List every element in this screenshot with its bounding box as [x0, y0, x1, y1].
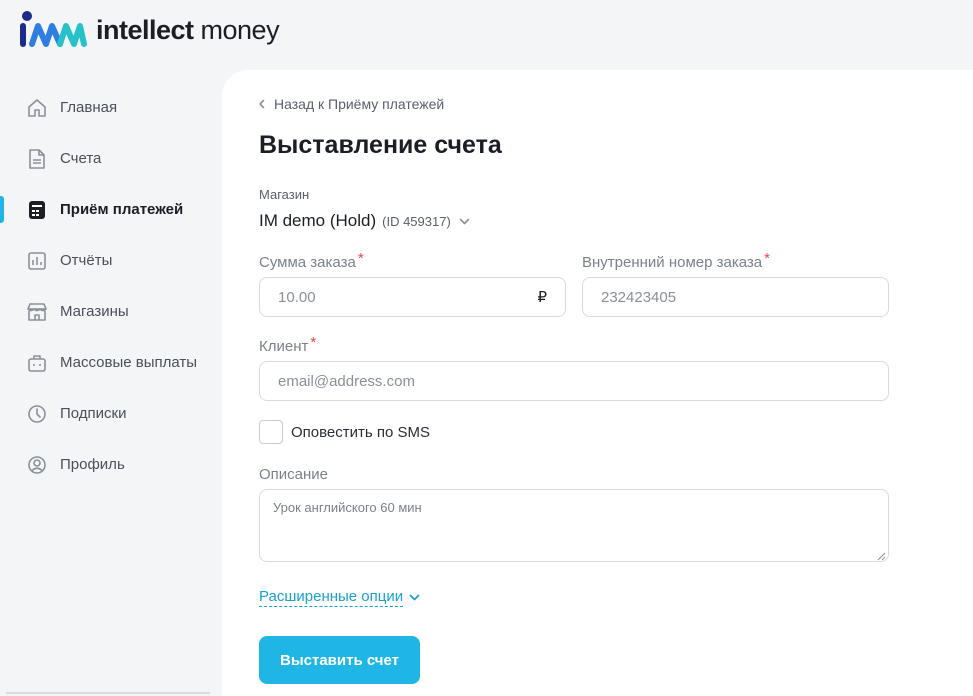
shop-id: (ID 459317) [382, 213, 451, 229]
submit-invoice-button[interactable]: Выставить счет [259, 636, 420, 684]
shop-name: IM demo (Hold) [259, 211, 377, 230]
amount-input[interactable]: 10.00 ₽ [259, 277, 566, 317]
clock-icon [26, 403, 48, 425]
back-link-label: Назад к Приёму платежей [274, 96, 445, 112]
client-email-placeholder: email@address.com [278, 372, 415, 390]
sidebar-item-invoices[interactable]: Счета [0, 133, 222, 184]
sidebar-item-profile[interactable]: Профиль [0, 439, 222, 490]
sms-notify-label: Оповестить по SMS [291, 423, 431, 441]
amount-label-text: Сумма заказа [259, 254, 356, 271]
required-mark: * [357, 250, 364, 267]
document-icon [26, 148, 48, 170]
sidebar-item-payments[interactable]: Приём платежей [0, 184, 222, 235]
required-mark: * [310, 334, 317, 351]
sidebar-item-subscriptions[interactable]: Подписки [0, 388, 222, 439]
terminal-icon [26, 199, 48, 221]
home-icon [26, 97, 48, 119]
active-indicator [0, 196, 4, 223]
sidebar-item-mass-payouts[interactable]: Массовые выплаты [0, 337, 222, 388]
description-label: Описание [259, 466, 328, 483]
sidebar-item-home[interactable]: Главная [0, 82, 222, 133]
sidebar-item-label: Профиль [60, 456, 125, 473]
order-number-placeholder: 232423405 [601, 288, 677, 306]
bag-icon [26, 352, 48, 374]
amount-label: Сумма заказа * [259, 250, 364, 271]
logo-text-light: money [193, 14, 280, 45]
required-mark: * [764, 250, 770, 267]
user-icon [26, 454, 48, 476]
description-placeholder: Урок английского 60 мин [273, 500, 422, 515]
sidebar-item-reports[interactable]: Отчёты [0, 235, 222, 286]
sidebar-item-label: Счета [60, 150, 102, 167]
main-panel: Назад к Приёму платежей Выставление счет… [222, 70, 973, 696]
chart-icon [26, 250, 48, 272]
sidebar-item-label: Главная [60, 99, 118, 116]
order-number-label: Внутренний номер заказа * [582, 250, 770, 271]
brand-logo[interactable]: intellect money [20, 8, 280, 52]
description-label-text: Описание [259, 466, 329, 483]
sidebar-divider [6, 692, 210, 694]
sidebar-nav: Главная Счета Приём платежей Отчёты Мага… [0, 82, 222, 490]
amount-placeholder: 10.00 [278, 288, 316, 306]
client-email-input[interactable]: email@address.com [259, 361, 889, 401]
client-label: Клиент * [259, 334, 316, 355]
shop-select[interactable]: IM demo (Hold) (ID 459317) [259, 211, 470, 231]
shop-label: Магазин [259, 187, 310, 202]
advanced-options-toggle[interactable]: Расширенные опции [259, 588, 420, 607]
sms-notify-checkbox[interactable] [259, 420, 283, 444]
chevron-left-icon [258, 99, 265, 109]
sidebar-item-stores[interactable]: Магазины [0, 286, 222, 337]
client-label-text: Клиент [259, 338, 309, 355]
logo-text-bold: intellect [96, 14, 194, 45]
chevron-down-icon [409, 594, 420, 601]
currency-suffix: ₽ [537, 289, 547, 306]
description-textarea[interactable]: Урок английского 60 мин [259, 489, 889, 562]
sidebar-item-label: Отчёты [60, 252, 113, 269]
sidebar-item-label: Массовые выплаты [60, 354, 198, 371]
sidebar-item-label: Подписки [60, 405, 127, 422]
order-number-input[interactable]: 232423405 [582, 277, 889, 317]
sidebar-item-label: Магазины [60, 303, 129, 320]
store-icon [26, 301, 48, 323]
sms-notify-row[interactable]: Оповестить по SMS [259, 420, 430, 444]
resize-grip-icon[interactable] [876, 549, 886, 561]
advanced-options-label: Расширенные опции [259, 588, 404, 607]
logo-wordmark: intellect money [96, 14, 280, 45]
sidebar-item-label: Приём платежей [60, 201, 184, 218]
page-title: Выставление счета [259, 131, 502, 159]
chevron-down-icon [459, 218, 470, 225]
back-link[interactable]: Назад к Приёму платежей [258, 96, 444, 112]
order-number-label-text: Внутренний номер заказа [582, 254, 763, 271]
logo-mark-icon [20, 10, 88, 50]
